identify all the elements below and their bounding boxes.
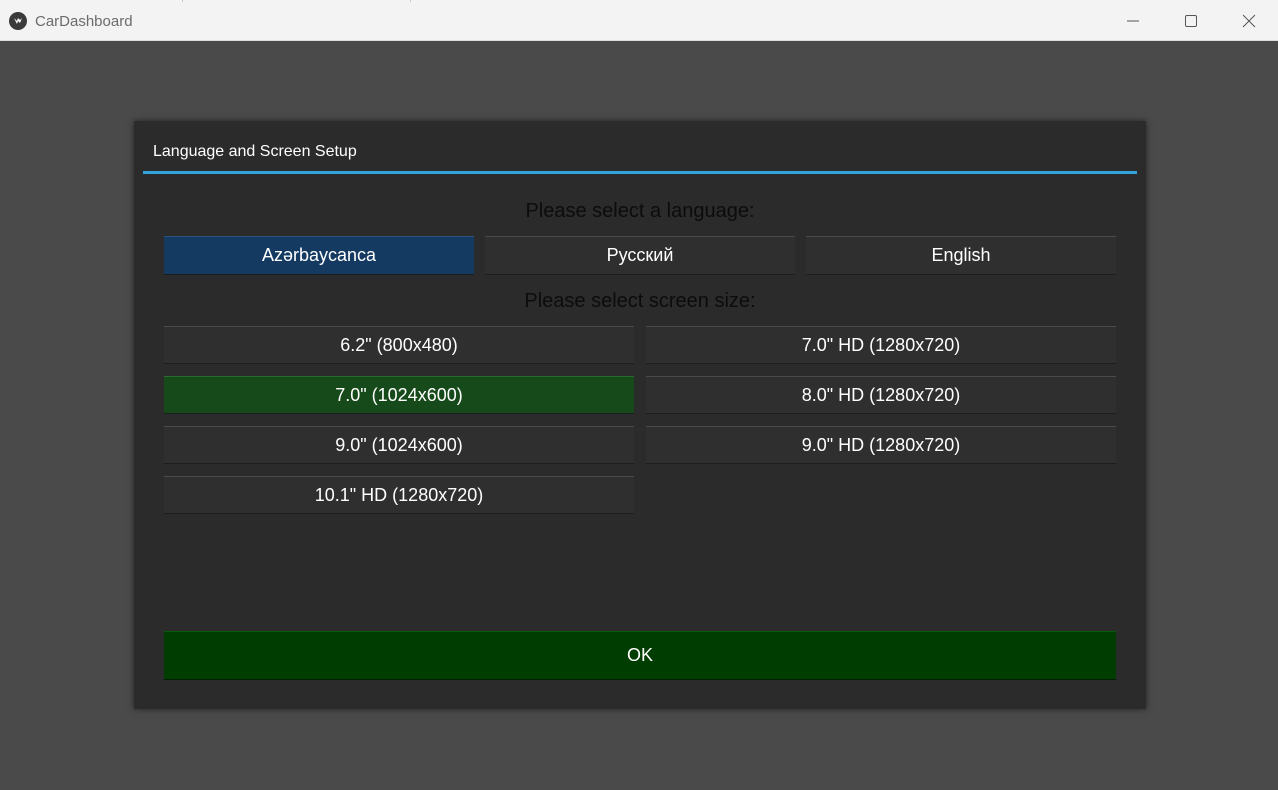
app-logo-icon [9, 12, 27, 30]
minimize-button[interactable] [1104, 0, 1162, 41]
size-button-10-1-hd[interactable]: 10.1" HD (1280x720) [164, 476, 634, 514]
setup-dialog: Language and Screen Setup Please select … [134, 121, 1146, 709]
edge-segment [182, 0, 411, 2]
close-button[interactable] [1220, 0, 1278, 41]
ok-button[interactable]: OK [164, 631, 1116, 680]
edge-segment [0, 0, 183, 2]
language-button-azerbaijani[interactable]: Azərbaycanca [164, 236, 474, 275]
language-button-english[interactable]: English [806, 236, 1116, 275]
size-button-7-0-hd[interactable]: 7.0" HD (1280x720) [646, 326, 1116, 364]
size-button-7-0[interactable]: 7.0" (1024x600) [164, 376, 634, 414]
screen-size-prompt: Please select screen size: [524, 290, 756, 312]
size-button-6-2[interactable]: 6.2" (800x480) [164, 326, 634, 364]
language-button-russian[interactable]: Русский [485, 236, 795, 275]
title-bar[interactable]: CarDashboard [0, 0, 1278, 41]
window-title: CarDashboard [35, 13, 133, 30]
dialog-title: Language and Screen Setup [153, 143, 357, 160]
title-bar-edge [0, 0, 411, 3]
maximize-icon [1185, 14, 1197, 27]
title-separator [143, 171, 1137, 174]
close-icon [1242, 14, 1256, 27]
language-prompt: Please select a language: [525, 200, 755, 222]
size-button-9-0-hd[interactable]: 9.0" HD (1280x720) [646, 426, 1116, 464]
size-button-8-0-hd[interactable]: 8.0" HD (1280x720) [646, 376, 1116, 414]
minimize-icon [1127, 20, 1139, 21]
size-button-9-0[interactable]: 9.0" (1024x600) [164, 426, 634, 464]
maximize-button[interactable] [1162, 0, 1220, 41]
app-window: CarDashboard Language and Screen Setup P… [0, 0, 1278, 790]
